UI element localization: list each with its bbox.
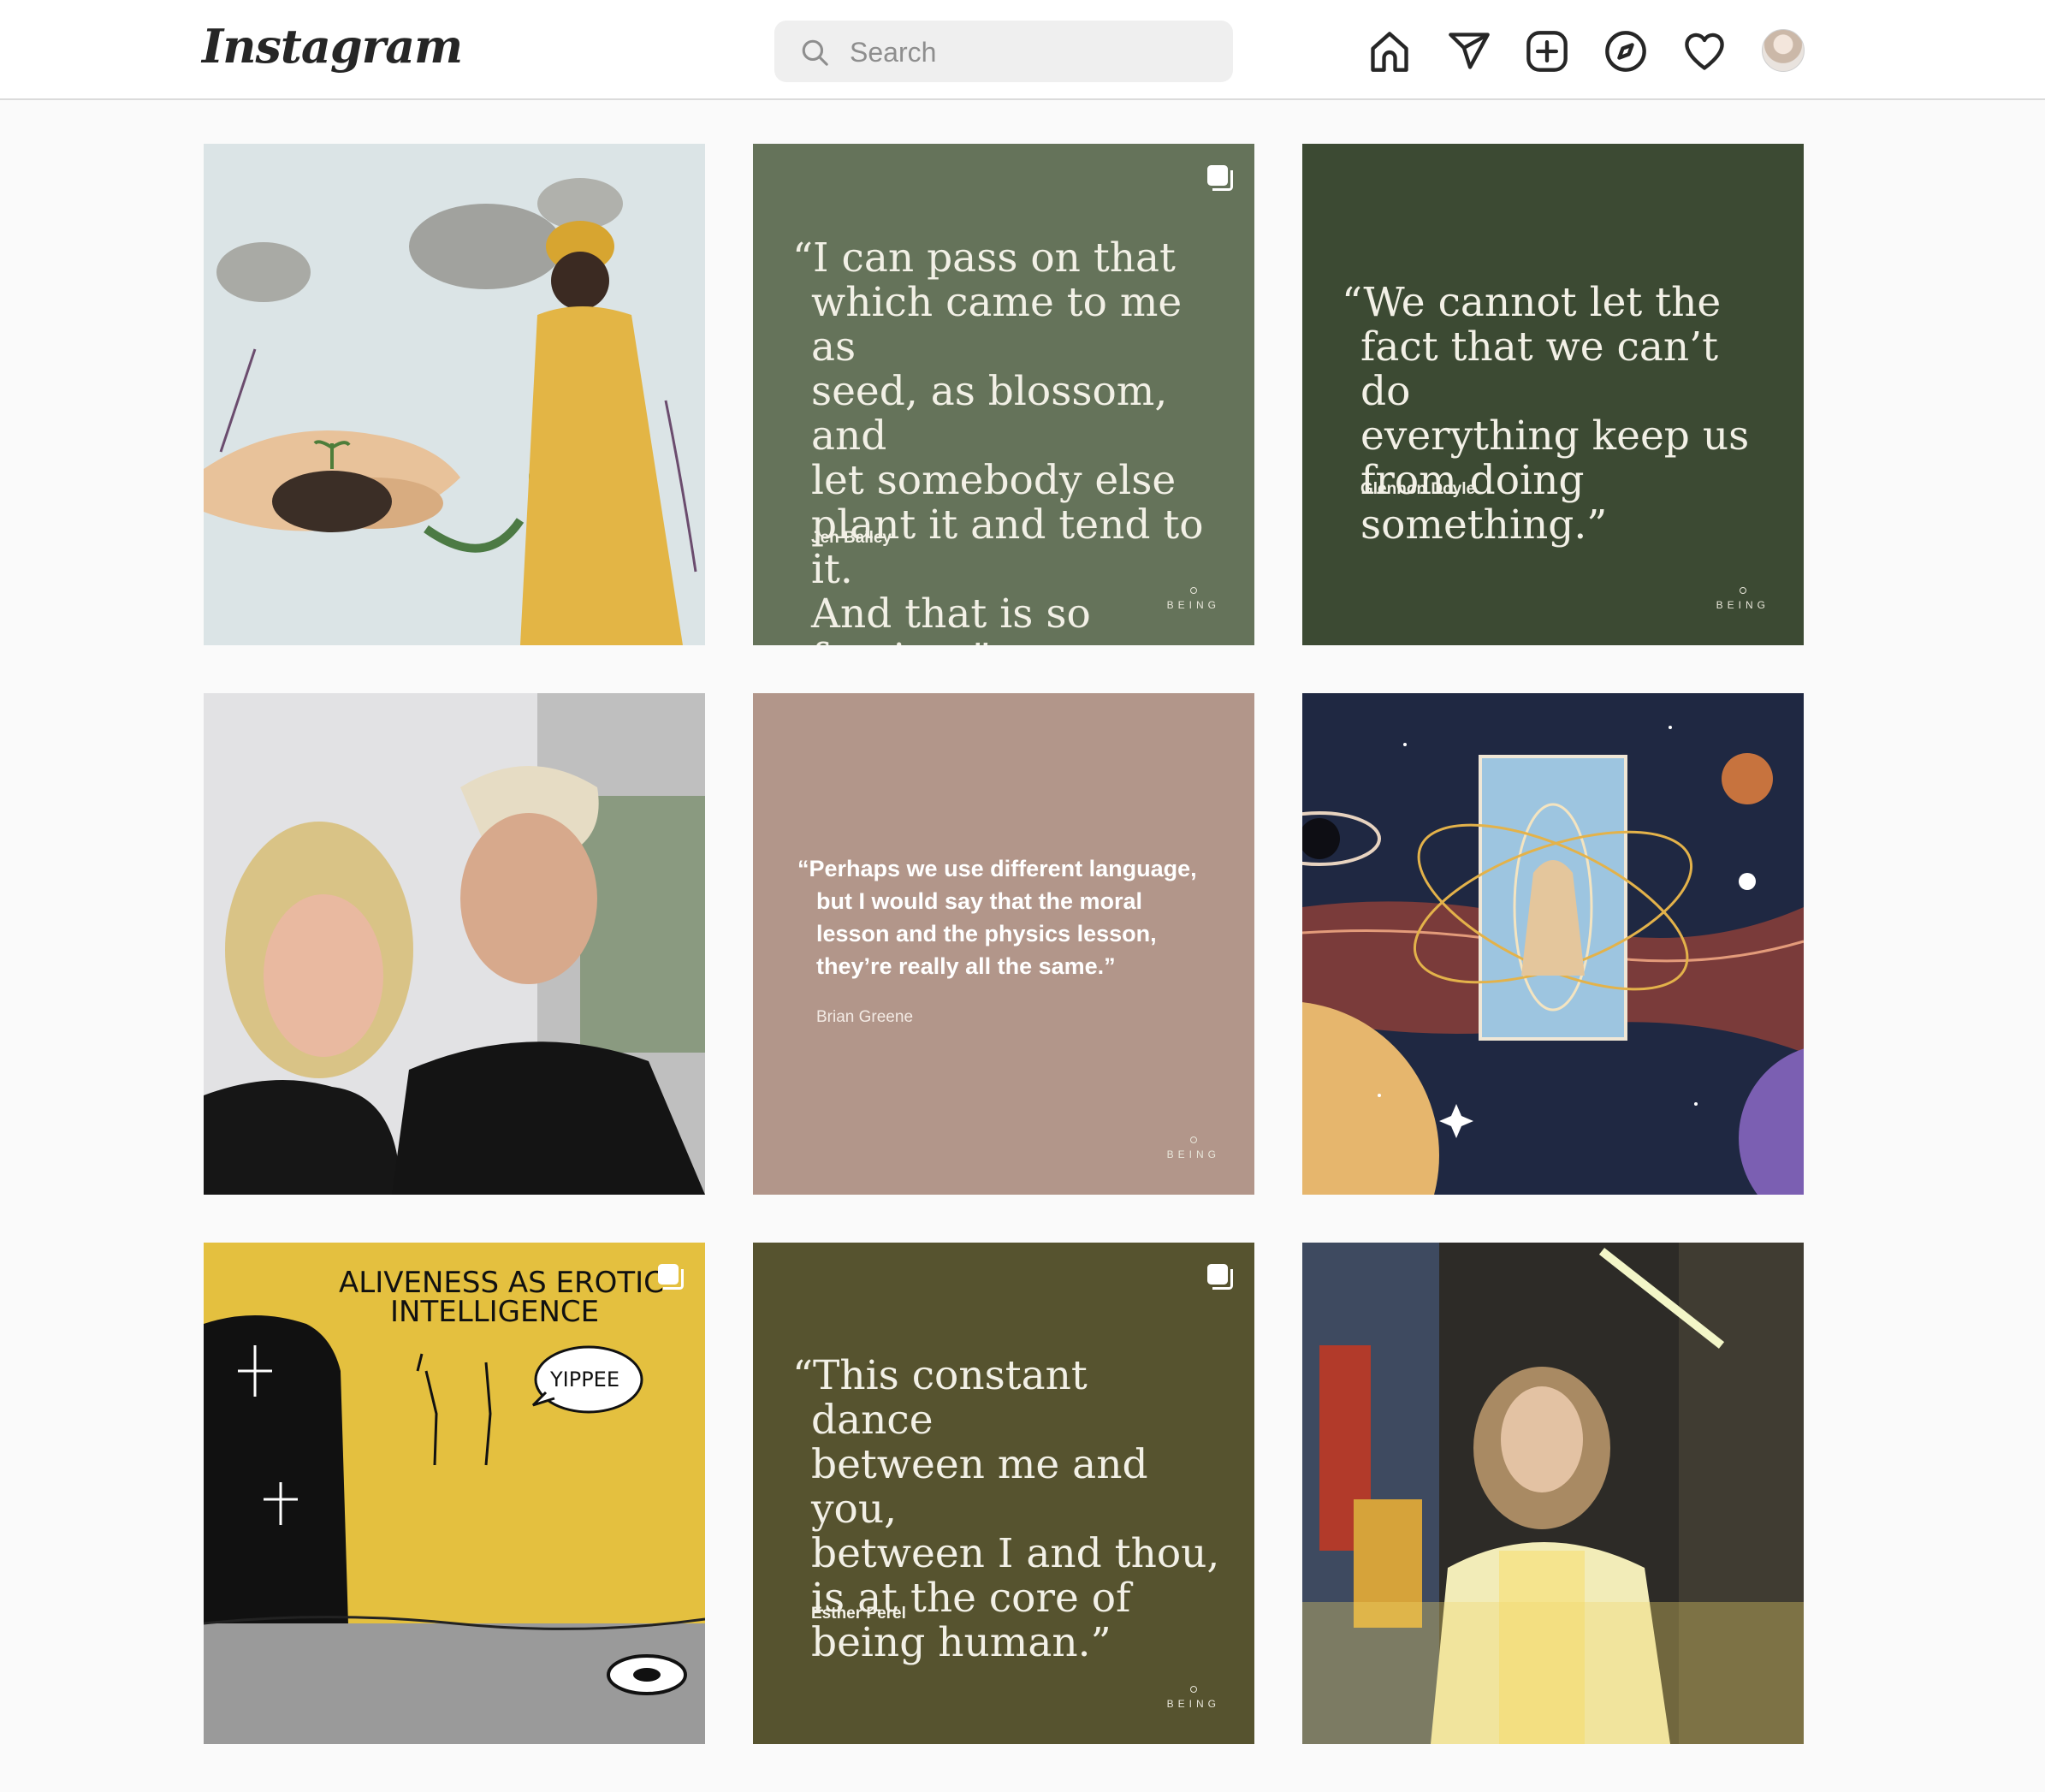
hands-planting-illustration: [204, 178, 697, 645]
post-tile-woman-graffiti-photo[interactable]: [1302, 1243, 1804, 1744]
quote-author: Jen Bailey: [811, 529, 892, 547]
profile-avatar[interactable]: [1762, 29, 1805, 72]
quote-text: “I can pass on that which came to me as …: [792, 234, 1204, 646]
being-brand-mark: BEING: [1167, 1136, 1220, 1160]
post-tile-quote-esther-perel[interactable]: “This constant dance between me and you,…: [753, 1243, 1254, 1744]
carousel-icon: [658, 1264, 684, 1290]
explore-icon[interactable]: [1603, 29, 1648, 74]
speech-bubble-text: YIPPEE: [549, 1368, 619, 1391]
quote-author: Brian Greene: [816, 1008, 914, 1026]
illustration-title-line2: INTELLIGENCE: [390, 1295, 599, 1329]
activity-heart-icon[interactable]: [1682, 29, 1727, 74]
quote-author: Esther Perel: [811, 1605, 906, 1623]
search-box[interactable]: [774, 21, 1233, 84]
post-tile-aliveness-illustration[interactable]: ALIVENESS AS EROTIC INTELLIGENCE YIPPEE: [204, 1243, 705, 1744]
search-icon: [802, 39, 828, 66]
post-tile-hands-planting[interactable]: [204, 144, 705, 645]
direct-message-icon[interactable]: [1447, 29, 1491, 74]
post-tile-quote-jen-bailey[interactable]: “I can pass on that which came to me as …: [753, 144, 1254, 645]
quote-text: “We cannot let the fact that we can’t do…: [1342, 279, 1750, 549]
post-tile-two-women-photo[interactable]: [204, 693, 705, 1195]
carousel-icon: [1207, 1264, 1233, 1290]
being-brand-mark: BEING: [1167, 1686, 1220, 1710]
carousel-icon: [1207, 165, 1233, 191]
post-tile-cosmic-illustration[interactable]: [1302, 693, 1804, 1195]
post-tile-quote-glennon-doyle[interactable]: “We cannot let the fact that we can’t do…: [1302, 144, 1804, 645]
aliveness-illustration: ALIVENESS AS EROTIC INTELLIGENCE YIPPEE: [204, 1243, 705, 1744]
cosmic-illustration: [1302, 693, 1804, 1195]
quote-author: Glennon Doyle: [1360, 480, 1476, 498]
top-navigation-bar: Instagram: [0, 0, 2045, 100]
new-post-icon[interactable]: [1525, 29, 1569, 74]
being-brand-mark: BEING: [1716, 587, 1769, 611]
being-brand-mark: BEING: [1167, 587, 1220, 611]
quote-text: “Perhaps we use different language, but …: [797, 856, 1197, 979]
instagram-logo[interactable]: Instagram: [202, 19, 463, 74]
woman-graffiti-photo: [1302, 1243, 1804, 1744]
two-women-photo: [204, 693, 705, 1195]
post-tile-quote-brian-greene[interactable]: “Perhaps we use different language, but …: [753, 693, 1254, 1195]
home-icon[interactable]: [1367, 29, 1412, 74]
search-input[interactable]: [848, 21, 1211, 84]
